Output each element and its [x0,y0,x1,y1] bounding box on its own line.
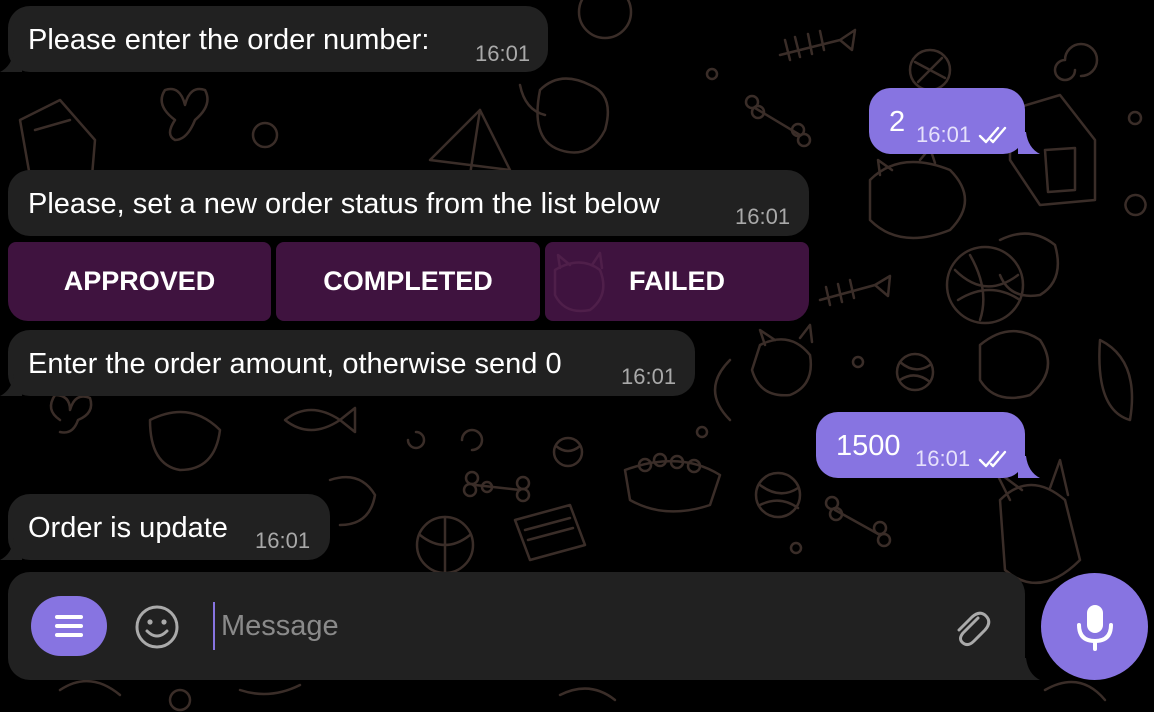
message-bubble-incoming[interactable]: Please, set a new order status from the … [8,170,809,236]
message-text: Enter the order amount, otherwise send 0 [28,348,562,380]
message-bubble-incoming[interactable]: Enter the order amount, otherwise send 0… [8,330,695,396]
menu-icon [55,633,83,637]
message-time: 16:01 [735,204,791,229]
double-check-icon [978,126,1007,144]
message-text: Please enter the order number: [28,24,430,56]
voice-record-button[interactable] [1041,573,1148,680]
message-time: 16:01 [915,446,971,471]
bubble-tail [0,538,22,560]
message-bubble-incoming[interactable]: Please enter the order number: 16:01 [8,6,548,72]
paperclip-icon[interactable] [948,606,992,650]
message-time: 16:01 [916,122,972,147]
menu-icon [55,615,83,619]
composer-tail [1018,658,1040,680]
message-bubble-incoming[interactable]: Order is update 16:01 [8,494,330,560]
bot-menu-button[interactable] [31,596,107,656]
inline-button-failed[interactable]: FAILED [545,242,809,321]
inline-button-completed[interactable]: COMPLETED [276,242,540,321]
message-text: Order is update [28,512,228,544]
message-bubble-outgoing[interactable]: 1500 16:01 [816,412,1025,478]
smiley-icon[interactable] [134,604,180,650]
bubble-tail [1018,456,1040,478]
inline-button-approved[interactable]: APPROVED [8,242,271,321]
message-time: 16:01 [621,364,677,389]
bubble-tail [1018,132,1040,154]
message-text: Please, set a new order status from the … [28,188,660,220]
microphone-icon [1077,605,1113,651]
double-check-icon [978,450,1007,468]
message-text: 2 [889,106,906,138]
message-text: 1500 [836,430,901,462]
message-bubble-outgoing[interactable]: 2 16:01 [869,88,1025,154]
message-input[interactable] [213,602,921,650]
menu-icon [55,624,83,628]
message-time: 16:01 [255,528,311,553]
bubble-tail [0,50,22,72]
bubble-tail [0,374,22,396]
message-composer [8,572,1025,680]
message-time: 16:01 [475,41,531,66]
